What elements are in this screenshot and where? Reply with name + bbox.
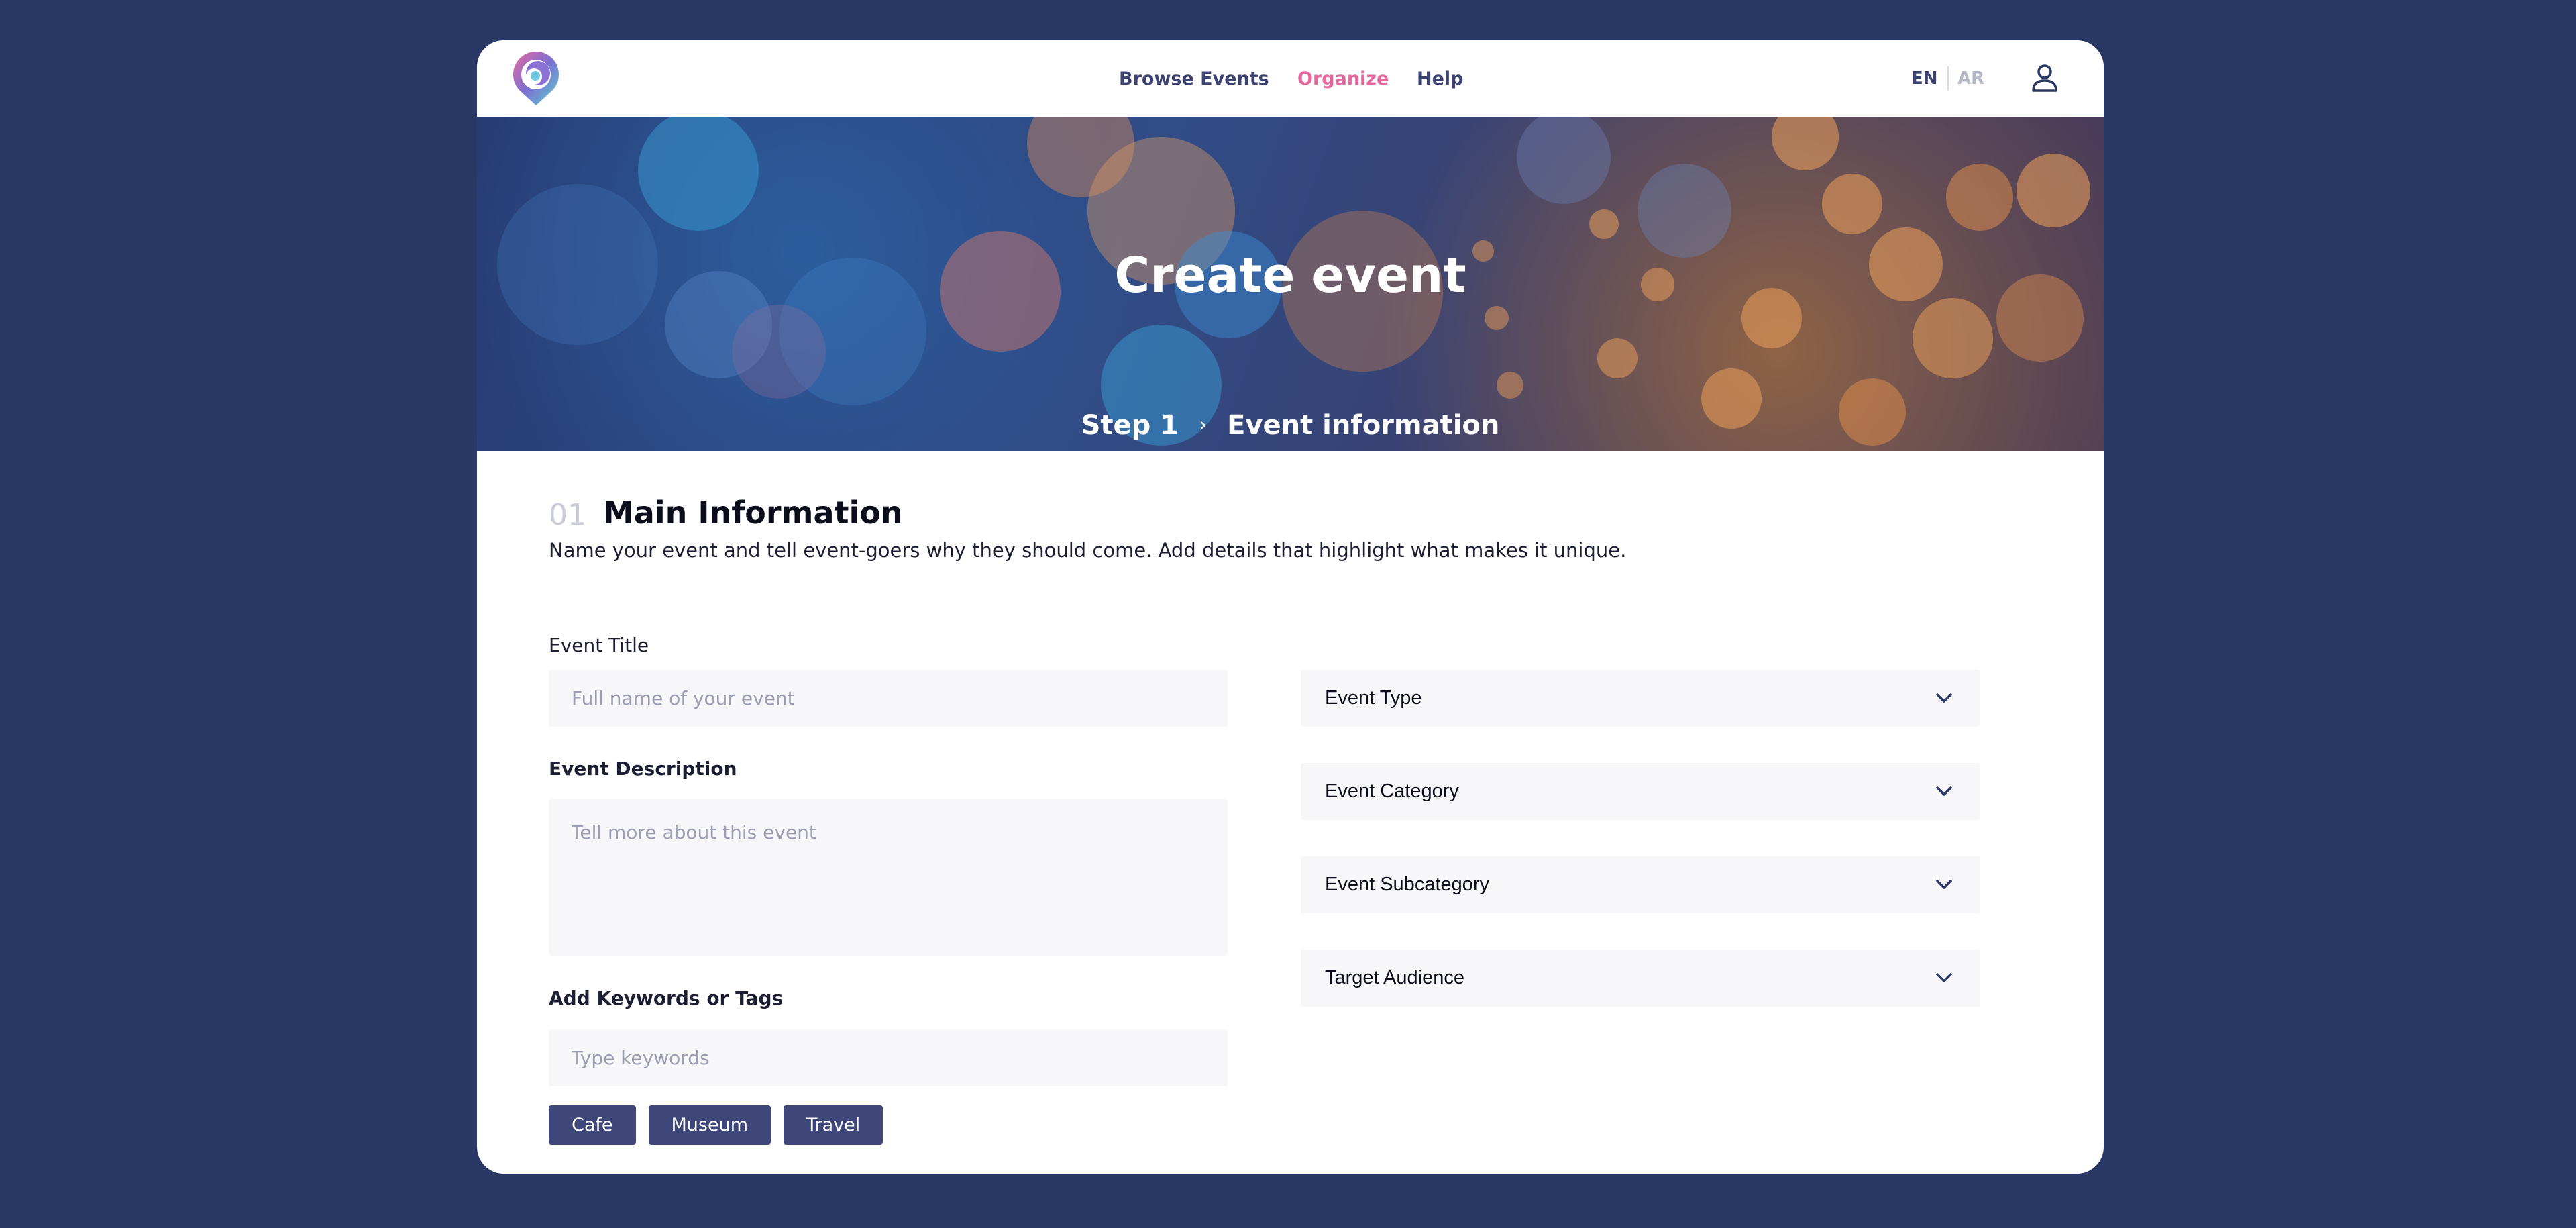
- page-title: Create event: [1114, 247, 1466, 303]
- event-category-select[interactable]: Event Category: [1301, 763, 1980, 820]
- language-divider: [1947, 66, 1949, 91]
- top-navigation-bar: Browse Events Organize Help EN AR: [477, 40, 2104, 117]
- nav-help[interactable]: Help: [1417, 40, 1464, 117]
- user-icon[interactable]: [2031, 64, 2059, 93]
- event-title-label: Event Title: [549, 634, 649, 656]
- event-type-select[interactable]: Event Type: [1301, 670, 1980, 727]
- language-ar[interactable]: AR: [1957, 40, 1984, 117]
- nav-browse-events[interactable]: Browse Events: [1119, 40, 1269, 117]
- event-subcategory-select[interactable]: Event Subcategory: [1301, 856, 1980, 913]
- event-title-placeholder: Full name of your event: [572, 687, 795, 709]
- event-category-value: Event Category: [1325, 780, 1459, 802]
- step-name: Event information: [1227, 410, 1500, 441]
- nav-organize[interactable]: Organize: [1297, 40, 1389, 117]
- section-number: 01: [549, 498, 586, 532]
- event-description-placeholder: Tell more about this event: [572, 821, 816, 843]
- chevron-down-icon: [1936, 693, 1952, 703]
- chevron-down-icon: [1936, 880, 1952, 889]
- chevron-down-icon: [1936, 973, 1952, 982]
- keywords-label: Add Keywords or Tags: [549, 987, 784, 1009]
- chevron-right-icon: ›: [1199, 413, 1208, 437]
- section-description: Name your event and tell event-goers why…: [549, 539, 1627, 562]
- event-subcategory-value: Event Subcategory: [1325, 874, 1490, 895]
- section-title: Main Information: [603, 495, 903, 531]
- tag-cafe[interactable]: Cafe: [549, 1105, 636, 1145]
- tag-travel[interactable]: Travel: [784, 1105, 883, 1145]
- keywords-input[interactable]: Type keywords: [549, 1029, 1228, 1086]
- target-audience-select[interactable]: Target Audience: [1301, 950, 1980, 1007]
- event-description-label: Event Description: [549, 758, 737, 780]
- language-en[interactable]: EN: [1911, 40, 1938, 117]
- logo-icon[interactable]: [512, 52, 560, 107]
- event-description-textarea[interactable]: Tell more about this event: [549, 799, 1228, 956]
- tag-list: Cafe Museum Travel: [549, 1105, 896, 1145]
- chevron-down-icon: [1936, 786, 1952, 796]
- step-breadcrumb: Step 1 › Event information: [477, 409, 2104, 442]
- tag-museum[interactable]: Museum: [648, 1105, 771, 1145]
- hero-banner: Create event Step 1 › Event information: [477, 117, 2104, 451]
- create-event-card: Browse Events Organize Help EN AR Create…: [477, 40, 2104, 1174]
- event-type-value: Event Type: [1325, 687, 1422, 709]
- event-title-input[interactable]: Full name of your event: [549, 670, 1228, 727]
- target-audience-value: Target Audience: [1325, 967, 1464, 988]
- keywords-placeholder: Type keywords: [572, 1047, 710, 1069]
- step-number: Step 1: [1081, 410, 1179, 441]
